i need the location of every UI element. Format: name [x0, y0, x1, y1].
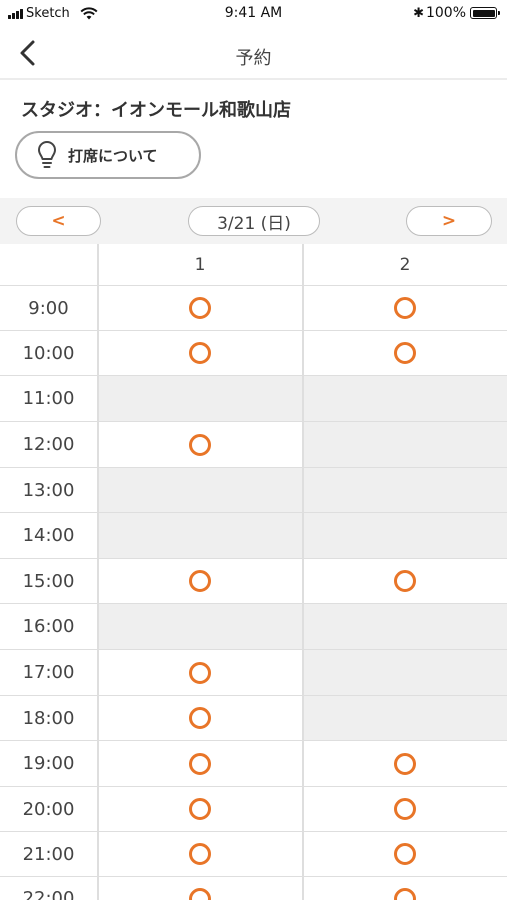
available-circle-icon — [394, 887, 416, 900]
available-slot[interactable] — [98, 286, 302, 330]
nav-bar: 予約 — [0, 28, 507, 80]
time-label: 15:00 — [22, 570, 75, 592]
available-slot[interactable] — [98, 696, 302, 740]
chevron-left-icon: < — [51, 211, 66, 231]
time-label: 17:00 — [22, 662, 75, 683]
unavailable-slot — [303, 376, 507, 421]
time-label: 20:00 — [22, 798, 75, 820]
available-circle-icon — [189, 887, 211, 900]
status-right: ✱ 100% — [413, 5, 500, 21]
time-label: 14:00 — [22, 525, 75, 546]
table-row: 9:00 — [0, 286, 507, 331]
available-circle-icon — [189, 843, 211, 865]
available-slot[interactable] — [98, 741, 302, 786]
available-circle-icon — [189, 570, 211, 592]
available-circle-icon — [189, 433, 211, 456]
battery-icon — [470, 7, 500, 19]
table-row: 15:00 — [0, 559, 507, 604]
unavailable-slot — [98, 604, 302, 649]
time-label: 22:00 — [22, 888, 75, 900]
studio-name: スタジオ：イオンモール和歌山店 — [21, 100, 291, 121]
unavailable-slot — [98, 376, 302, 421]
header-booth-1: 1 — [194, 255, 206, 275]
available-slot[interactable] — [303, 559, 507, 603]
available-slot[interactable] — [98, 832, 302, 876]
available-circle-icon — [394, 297, 416, 319]
about-booth-label: 打席について — [68, 146, 158, 165]
available-circle-icon — [394, 752, 416, 775]
unavailable-slot — [303, 696, 507, 740]
header-time — [0, 244, 97, 286]
time-label: 16:00 — [22, 616, 75, 637]
battery-percent: 100% — [425, 5, 466, 21]
table-row: 14:00 — [0, 513, 507, 559]
time-label: 10:00 — [22, 342, 75, 364]
unavailable-slot — [303, 468, 507, 512]
table-row: 16:00 — [0, 604, 507, 650]
table-row: 10:00 — [0, 331, 507, 376]
unavailable-slot — [303, 650, 507, 695]
lightbulb-icon — [38, 141, 56, 168]
available-circle-icon — [189, 707, 211, 729]
grid-divider — [97, 244, 99, 900]
bluetooth-icon: ✱ — [413, 5, 424, 21]
available-slot[interactable] — [98, 877, 302, 900]
available-circle-icon — [189, 752, 211, 775]
table-row: 21:00 — [0, 832, 507, 877]
time-label: 9:00 — [28, 297, 69, 319]
unavailable-slot — [303, 604, 507, 649]
available-circle-icon — [394, 570, 416, 592]
date-display[interactable]: 3/21 (日) — [188, 206, 320, 236]
date-selector: < 3/21 (日) > — [0, 198, 507, 244]
time-label: 21:00 — [22, 843, 75, 865]
available-slot[interactable] — [303, 877, 507, 900]
unavailable-slot — [303, 422, 507, 467]
table-row: 22:00 — [0, 877, 507, 900]
table-row: 11:00 — [0, 376, 507, 422]
available-circle-icon — [394, 798, 416, 820]
chevron-right-icon: > — [441, 211, 457, 231]
header-booth-2: 2 — [399, 255, 411, 275]
unavailable-slot — [98, 468, 302, 512]
available-circle-icon — [189, 297, 211, 319]
time-label: 18:00 — [22, 707, 75, 729]
prev-day-button[interactable]: < — [16, 206, 101, 236]
unavailable-slot — [98, 513, 302, 558]
time-label: 13:00 — [22, 479, 75, 501]
time-label: 11:00 — [22, 388, 75, 409]
available-slot[interactable] — [303, 787, 507, 831]
next-day-button[interactable]: > — [406, 206, 492, 236]
time-label: 12:00 — [22, 434, 75, 455]
available-circle-icon — [394, 342, 416, 364]
grid-divider — [302, 244, 304, 900]
available-circle-icon — [394, 843, 416, 865]
table-row: 20:00 — [0, 787, 507, 832]
available-slot[interactable] — [98, 650, 302, 695]
time-label: 19:00 — [22, 753, 75, 774]
available-slot[interactable] — [303, 331, 507, 375]
table-row: 12:00 — [0, 422, 507, 468]
available-slot[interactable] — [98, 787, 302, 831]
unavailable-slot — [303, 513, 507, 558]
available-slot[interactable] — [98, 331, 302, 375]
table-row: 17:00 — [0, 650, 507, 696]
available-slot[interactable] — [98, 422, 302, 467]
page-title: 予約 — [235, 48, 272, 69]
available-circle-icon — [189, 661, 211, 684]
table-row: 13:00 — [0, 468, 507, 513]
available-slot[interactable] — [303, 741, 507, 786]
table-row: 19:00 — [0, 741, 507, 787]
table-row: 18:00 — [0, 696, 507, 741]
available-circle-icon — [189, 342, 211, 364]
available-slot[interactable] — [303, 286, 507, 330]
available-slot[interactable] — [98, 559, 302, 603]
availability-table: 1 2 9:00 10:00 11:00 12:00 13:00 14:00 15:00 16… — [0, 244, 507, 900]
available-circle-icon — [189, 798, 211, 820]
status-bar: Sketch 9:41 AM ✱ 100% — [0, 0, 507, 28]
available-slot[interactable] — [303, 832, 507, 876]
table-header: 1 2 — [0, 244, 507, 286]
about-booth-button[interactable]: 打席について — [15, 131, 201, 179]
